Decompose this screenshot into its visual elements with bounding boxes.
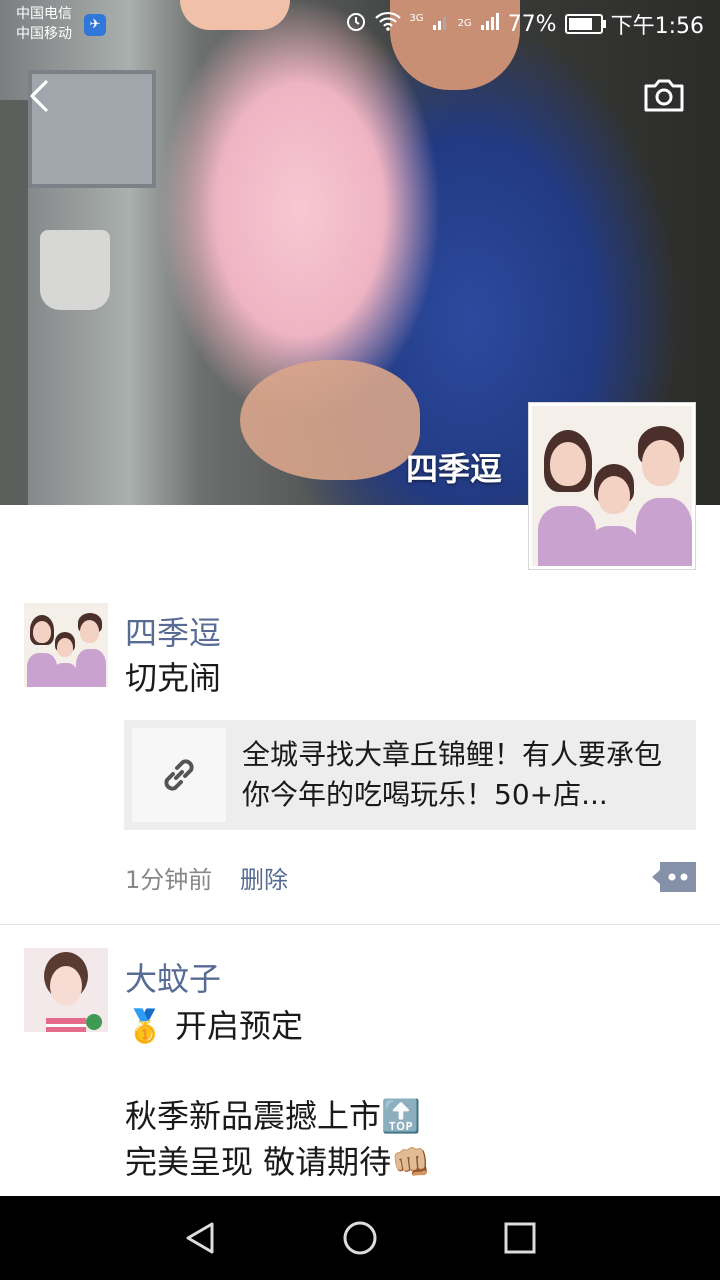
link-thumbnail [132, 728, 226, 822]
post-text-line-3: 完美呈现 敬请期待👊🏼 [125, 1143, 432, 1181]
status-bar: 中国电信 中国移动 ✈ 3G 3G 2G 77% 下午1:56 [0, 0, 720, 48]
app-notification-icon: ✈ [84, 14, 106, 36]
cover-pillar [0, 100, 28, 505]
camera-icon [644, 79, 684, 112]
link-title: 全城寻找大章丘锦鲤！有人要承包你今年的吃喝玩乐！50+店... [242, 738, 663, 811]
circle-home-icon [343, 1221, 377, 1255]
post-author-name[interactable]: 大蚊子 [125, 954, 221, 1000]
post-avatar[interactable] [24, 948, 108, 1032]
cover-hands [240, 360, 420, 480]
system-navigation-bar [0, 1196, 720, 1280]
carrier-mobile: 中国移动 [16, 26, 72, 42]
comment-like-button[interactable] [652, 862, 696, 892]
carrier-labels: 中国电信 中国移动 [16, 4, 72, 44]
chevron-left-icon [30, 80, 48, 112]
wifi-icon [375, 11, 402, 37]
alarm-icon [345, 10, 367, 38]
post-text-line-1: 🥇 开启预定 [125, 1007, 304, 1045]
post-timestamp: 1分钟前 [125, 866, 213, 894]
cover-avatar[interactable] [528, 402, 696, 570]
cover-owner-name: 四季逗 [405, 450, 502, 488]
nav-recents-button[interactable] [498, 1216, 542, 1260]
battery-percent: 77% [507, 11, 557, 37]
clock: 下午1:56 [610, 14, 704, 39]
camera-button[interactable] [640, 76, 688, 116]
signal-icon-2 [480, 11, 500, 37]
battery-fill [568, 18, 592, 30]
shared-link-card[interactable]: 全城寻找大章丘锦鲤！有人要承包你今年的吃喝玩乐！50+店... [124, 720, 696, 830]
nav-home-button[interactable] [338, 1216, 382, 1260]
post-divider [0, 924, 720, 925]
network-3g: 3G [409, 13, 424, 24]
triangle-back-icon [186, 1222, 214, 1254]
post-text-line-2: 秋季新品震撼上市🔝 [125, 1097, 421, 1135]
network-type-label: 3G 3G [409, 14, 423, 34]
post-text: 切克闹 [125, 659, 222, 697]
signal-icon-1 [432, 11, 450, 37]
network-2g-label: 2G [457, 18, 472, 29]
link-icon [164, 759, 194, 791]
family-avatar-image [532, 406, 692, 566]
more-dots-icon [652, 862, 696, 892]
square-recents-icon [504, 1222, 536, 1254]
delete-button[interactable]: 删除 [240, 860, 288, 895]
nav-back-button[interactable] [178, 1216, 222, 1260]
post-avatar[interactable] [24, 603, 108, 687]
battery-icon [564, 14, 606, 34]
carrier-telecom: 中国电信 [16, 6, 72, 22]
cover-flower-pot [40, 230, 110, 310]
woman-avatar-image [24, 948, 108, 1032]
back-button[interactable] [20, 72, 60, 120]
status-indicators: 3G 3G 2G 77% 下午1:56 [345, 8, 704, 40]
family-avatar-image [24, 603, 108, 687]
post-author-name[interactable]: 四季逗 [125, 608, 221, 654]
